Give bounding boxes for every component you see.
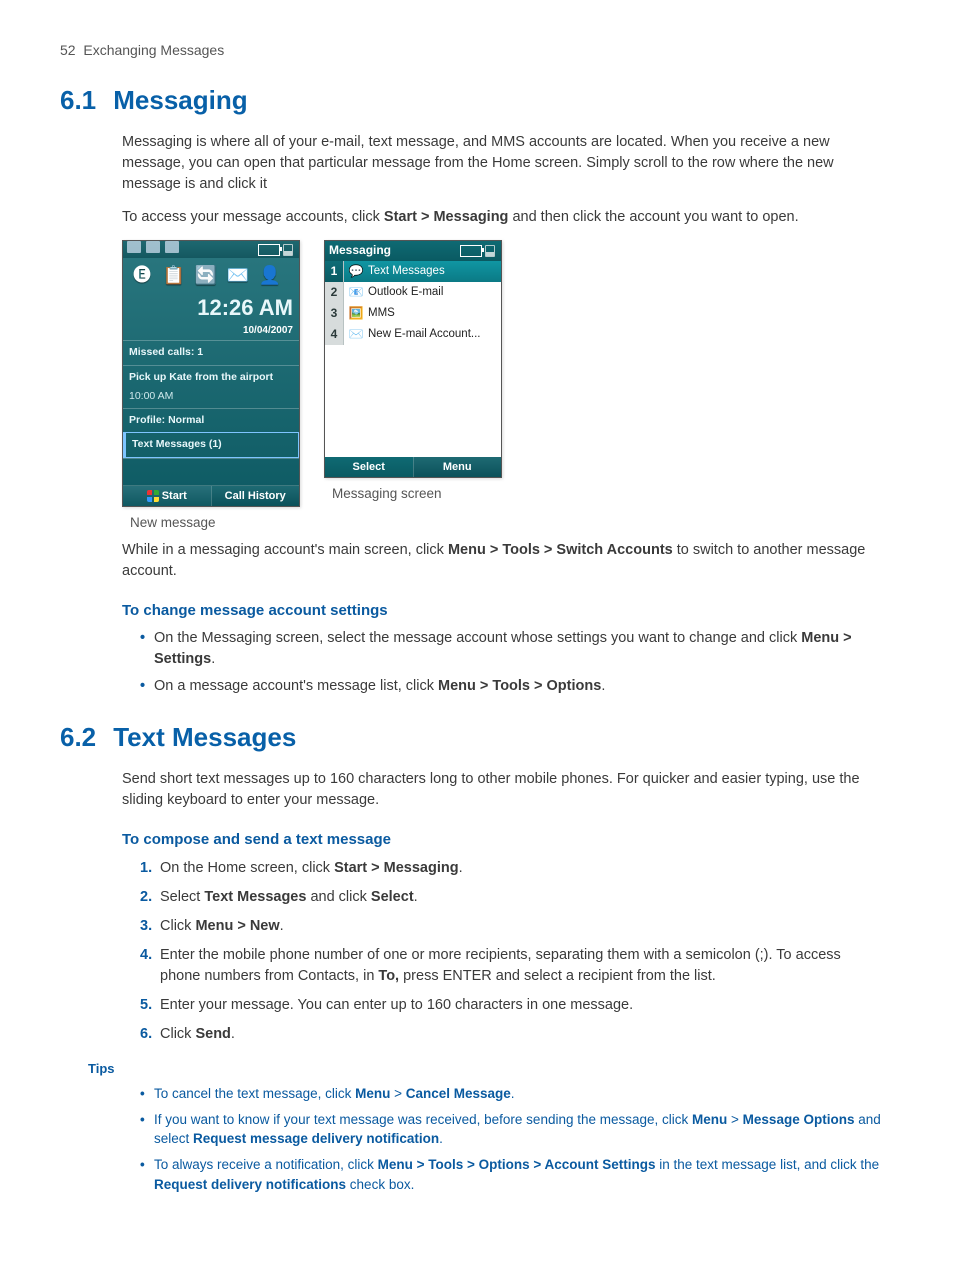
step-item: On the Home screen, click Start > Messag… <box>140 858 884 879</box>
softkey-menu: Menu <box>413 457 502 477</box>
status-bar <box>123 241 299 258</box>
network-1x-icon <box>165 241 179 253</box>
subheading-change-settings: To change message account settings <box>122 600 884 622</box>
step-item: Enter your message. You can enter up to … <box>140 995 884 1016</box>
windows-flag-icon <box>147 490 159 502</box>
bullet-item: On a message account's message list, cli… <box>140 676 884 697</box>
tasks-icon: 📋 <box>159 261 189 289</box>
row-label: New E-mail Account... <box>368 326 480 343</box>
row-label: Outlook E-mail <box>368 284 443 301</box>
row-number: 4 <box>325 324 344 345</box>
list-item: 4 ✉️ New E-mail Account... <box>325 324 501 345</box>
step-item: Select Text Messages and click Select. <box>140 887 884 908</box>
softkey-select: Select <box>325 457 413 477</box>
mail-icon: ✉️ <box>223 261 253 289</box>
list-item: 1 💬 Text Messages <box>325 261 501 282</box>
home-row-task-time: 10:00 AM <box>123 389 299 408</box>
tip-item: To always receive a notification, click … <box>140 1155 884 1194</box>
step-item: Click Menu > New. <box>140 916 884 937</box>
clock-time: 12:26 AM <box>129 292 293 324</box>
chapter-title: Exchanging Messages <box>83 42 224 58</box>
home-row-empty <box>123 458 299 485</box>
figure-caption: Messaging screen <box>332 484 442 504</box>
tip-item: To cancel the text message, click Menu >… <box>140 1084 884 1104</box>
softkeys: Select Menu <box>325 457 501 477</box>
battery-icon <box>460 245 482 257</box>
figure-messaging-screen: Messaging 1 💬 Text Messages 2 📧 <box>324 240 502 478</box>
row-label: MMS <box>368 305 395 322</box>
figure-caption: New message <box>130 513 216 533</box>
contact-icon: 👤 <box>255 261 285 289</box>
section-number: 6.1 <box>60 82 106 120</box>
text-messages-icon: 💬 <box>348 265 364 279</box>
list-item: 2 📧 Outlook E-mail <box>325 282 501 303</box>
mms-icon: 🖼️ <box>348 307 364 321</box>
new-account-icon: ✉️ <box>348 328 364 342</box>
home-row-task: Pick up Kate from the airport <box>123 365 299 389</box>
para: While in a messaging account's main scre… <box>122 540 884 582</box>
row-number: 3 <box>325 303 344 324</box>
section-name: Messaging <box>113 85 247 115</box>
clock: 12:26 AM 10/04/2007 <box>123 292 299 340</box>
section-name: Text Messages <box>113 722 296 752</box>
home-row-missed: Missed calls: 1 <box>123 340 299 364</box>
step-item: Click Send. <box>140 1024 884 1045</box>
page-header: 52 Exchanging Messages <box>60 40 894 60</box>
battery-icon <box>258 244 280 256</box>
list-item: 3 🖼️ MMS <box>325 303 501 324</box>
signal-icon <box>283 244 293 256</box>
softkey-call-history: Call History <box>211 486 300 506</box>
page-number: 52 <box>60 42 76 58</box>
section-6-2-title: 6.2 Text Messages <box>60 719 894 757</box>
home-icons-row: 🅔 📋 🔄 ✉️ 👤 <box>123 258 299 292</box>
section-number: 6.2 <box>60 719 106 757</box>
bullet-item: On the Messaging screen, select the mess… <box>140 628 884 670</box>
messaging-list: 1 💬 Text Messages 2 📧 Outlook E-mail 3 🖼… <box>325 261 501 457</box>
outlook-icon: 📧 <box>348 286 364 300</box>
softkeys: Start Call History <box>123 485 299 506</box>
subheading-compose-send: To compose and send a text message <box>122 829 884 851</box>
figure-home-screen: 🅔 📋 🔄 ✉️ 👤 12:26 AM 10/04/2007 Missed ca… <box>122 240 300 506</box>
figures-row: 🅔 📋 🔄 ✉️ 👤 12:26 AM 10/04/2007 Missed ca… <box>122 240 884 532</box>
section-6-1-title: 6.1 Messaging <box>60 82 894 120</box>
mail-status-icon <box>146 241 160 253</box>
phone-icon <box>127 241 141 253</box>
softkey-start: Start <box>123 486 211 506</box>
step-item: Enter the mobile phone number of one or … <box>140 945 884 987</box>
para: Messaging is where all of your e-mail, t… <box>122 132 884 195</box>
home-row-profile: Profile: Normal <box>123 408 299 432</box>
row-label: Text Messages <box>368 263 445 280</box>
row-number: 1 <box>325 261 344 282</box>
para: Send short text messages up to 160 chara… <box>122 769 884 811</box>
titlebar: Messaging <box>325 241 501 261</box>
ie-icon: 🅔 <box>127 261 157 289</box>
tips-label: Tips <box>88 1060 884 1079</box>
row-number: 2 <box>325 282 344 303</box>
signal-icon <box>485 245 495 257</box>
activesync-icon: 🔄 <box>191 261 221 289</box>
home-row-textmessages: Text Messages (1) <box>123 432 299 457</box>
para: To access your message accounts, click S… <box>122 207 884 228</box>
tip-item: If you want to know if your text message… <box>140 1110 884 1149</box>
clock-date: 10/04/2007 <box>129 324 293 339</box>
